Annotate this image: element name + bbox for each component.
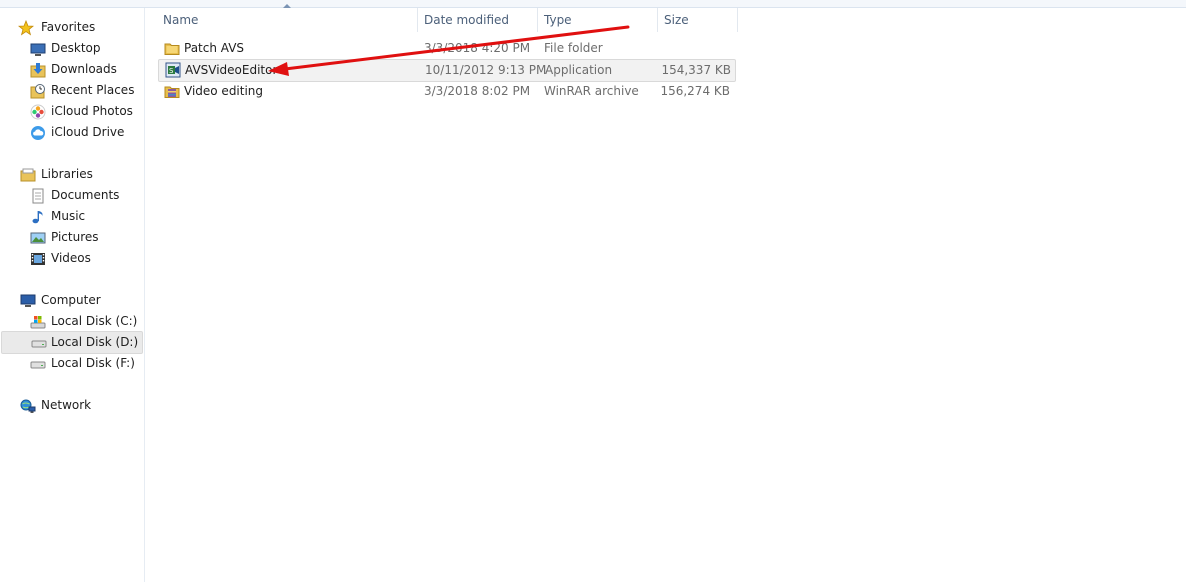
nav-item-label: Recent Places — [51, 83, 135, 97]
sort-ascending-icon — [283, 4, 291, 8]
pictures-icon — [30, 232, 46, 244]
drive-icon — [30, 361, 46, 369]
nav-item-icloud-drive[interactable]: iCloud Drive — [28, 122, 142, 143]
computer-icon — [20, 294, 36, 307]
file-row-selected[interactable]: S AVSVideoEditor 10/11/2012 9:13 PM Appl… — [158, 59, 736, 82]
nav-item-desktop[interactable]: Desktop — [28, 38, 142, 59]
nav-item-label: Documents — [51, 188, 120, 202]
nav-item-documents[interactable]: Documents — [28, 185, 142, 206]
svg-text:S: S — [169, 67, 174, 75]
nav-item-label: Pictures — [51, 230, 99, 244]
nav-item-label: Local Disk (C:) — [51, 314, 138, 328]
column-header-type[interactable]: Type — [544, 8, 654, 32]
network-icon — [20, 399, 36, 413]
file-name: Patch AVS — [184, 41, 245, 55]
documents-icon — [32, 188, 44, 204]
file-name: Video editing — [184, 84, 264, 98]
nav-item-label: Local Disk (F:) — [51, 356, 135, 370]
music-icon — [32, 211, 43, 224]
nav-item-icloud-photos[interactable]: iCloud Photos — [28, 101, 142, 122]
nav-item-label: Desktop — [51, 41, 101, 55]
nav-item-videos[interactable]: Videos — [28, 248, 142, 269]
nav-item-local-disk-f[interactable]: Local Disk (F:) — [28, 353, 142, 374]
column-header-name-label: Name — [163, 13, 199, 27]
column-divider[interactable] — [737, 8, 738, 32]
file-date-modified: 3/3/2018 4:20 PM — [424, 41, 531, 55]
file-size: 154,337 KB — [661, 63, 731, 77]
column-header-size-label: Size — [664, 13, 689, 27]
column-divider[interactable] — [657, 8, 658, 32]
column-header-type-label: Type — [544, 13, 572, 27]
videos-icon — [31, 253, 45, 265]
nav-item-label: Downloads — [51, 62, 117, 76]
folder-icon — [164, 43, 180, 55]
application-icon: S — [165, 62, 181, 78]
column-header-size[interactable]: Size — [664, 8, 734, 32]
icloud-drive-icon — [31, 126, 45, 140]
nav-computer[interactable]: Computer — [18, 290, 138, 311]
drive-icon — [31, 340, 47, 348]
star-icon — [18, 20, 34, 36]
nav-item-label: iCloud Photos — [51, 104, 133, 118]
downloads-icon — [30, 63, 46, 78]
nav-item-label: Music — [51, 209, 86, 223]
column-divider[interactable] — [537, 8, 538, 32]
file-type: File folder — [544, 41, 603, 55]
file-row[interactable]: Video editing 3/3/2018 8:02 PM WinRAR ar… — [158, 81, 734, 102]
nav-network[interactable]: Network — [18, 395, 138, 416]
nav-item-local-disk-d[interactable]: Local Disk (D:) — [1, 331, 143, 354]
nav-favorites[interactable]: Favorites — [18, 17, 138, 38]
nav-favorites-label: Favorites — [41, 20, 96, 34]
icloud-photos-icon — [30, 104, 46, 120]
file-name: AVSVideoEditor — [185, 63, 278, 77]
file-type: WinRAR archive — [544, 84, 639, 98]
file-size: 156,274 KB — [660, 84, 730, 98]
nav-item-pictures[interactable]: Pictures — [28, 227, 142, 248]
system-drive-icon — [30, 316, 46, 329]
column-header-date-modified[interactable]: Date modified — [424, 8, 534, 32]
nav-item-label: iCloud Drive — [51, 125, 125, 139]
recent-places-icon — [30, 84, 45, 99]
file-date-modified: 10/11/2012 9:13 PM — [425, 63, 547, 77]
column-header-date-label: Date modified — [424, 13, 510, 27]
file-type: Application — [545, 63, 613, 77]
nav-libraries-label: Libraries — [41, 167, 93, 181]
nav-item-local-disk-c[interactable]: Local Disk (C:) — [28, 311, 142, 332]
libraries-icon — [20, 168, 36, 182]
file-row[interactable]: Patch AVS 3/3/2018 4:20 PM File folder — [158, 38, 734, 59]
desktop-icon — [30, 43, 46, 56]
column-header-name[interactable]: Name — [163, 8, 413, 32]
winrar-archive-icon — [164, 86, 180, 98]
nav-item-recent-places[interactable]: Recent Places — [28, 80, 142, 101]
file-date-modified: 3/3/2018 8:02 PM — [424, 84, 531, 98]
nav-item-label: Local Disk (D:) — [51, 335, 139, 349]
column-divider[interactable] — [417, 8, 418, 32]
nav-item-downloads[interactable]: Downloads — [28, 59, 142, 80]
window-top-edge — [0, 0, 1186, 8]
nav-network-label: Network — [41, 398, 92, 412]
nav-libraries[interactable]: Libraries — [18, 164, 138, 185]
nav-item-label: Videos — [51, 251, 91, 265]
nav-computer-label: Computer — [41, 293, 101, 307]
nav-item-music[interactable]: Music — [28, 206, 142, 227]
